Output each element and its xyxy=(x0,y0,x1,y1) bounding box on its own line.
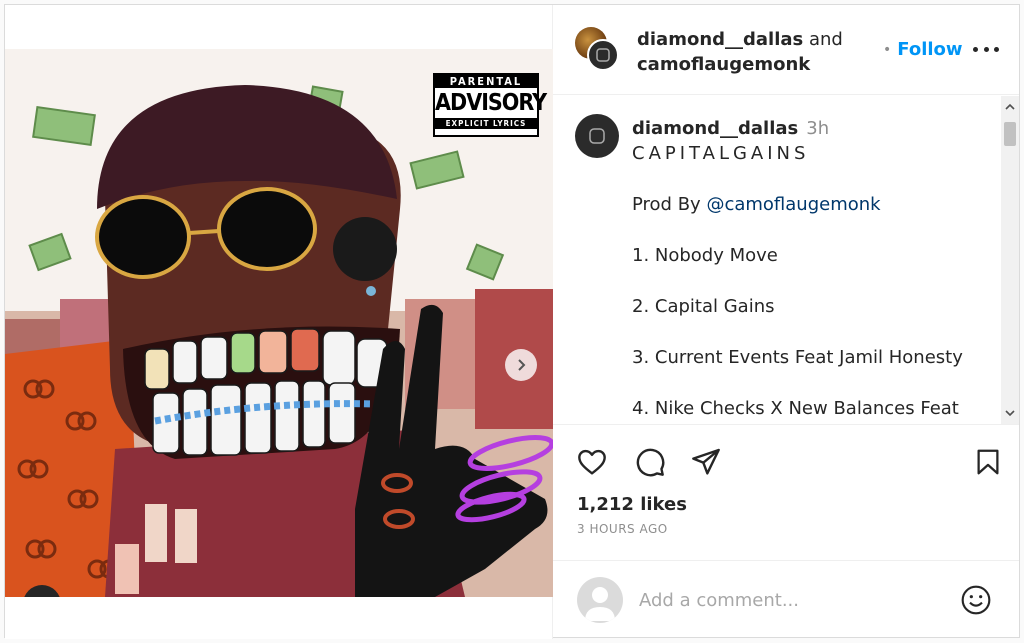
caption-scrollbar[interactable] xyxy=(1001,96,1019,424)
advisory-top-text: PARENTAL xyxy=(435,75,537,88)
post-header: diamond__dallas and camoflaugemonk • Fol… xyxy=(553,5,1019,95)
default-avatar-icon xyxy=(585,587,615,621)
follow-button[interactable]: • Follow xyxy=(883,39,963,60)
follow-label: Follow xyxy=(897,39,963,60)
advisory-bottom-text: EXPLICIT LYRICS xyxy=(435,118,537,129)
comment-icon xyxy=(636,448,665,477)
emoji-button[interactable] xyxy=(959,583,993,617)
current-user-avatar xyxy=(577,577,623,623)
caption-credit: Prod By @camoflaugemonk xyxy=(632,192,992,217)
username-link-1[interactable]: diamond__dallas xyxy=(637,29,803,50)
comment-input[interactable] xyxy=(639,585,939,615)
avatar-glyph-icon xyxy=(596,48,610,62)
collab-avatars[interactable] xyxy=(575,27,619,71)
post-media: PARENTAL ADVISORY EXPLICIT LYRICS xyxy=(5,5,553,639)
user-icon xyxy=(34,596,50,597)
post-side-panel: diamond__dallas and camoflaugemonk • Fol… xyxy=(553,5,1019,637)
scroll-down-button[interactable] xyxy=(1001,404,1019,422)
parental-advisory-label: PARENTAL ADVISORY EXPLICIT LYRICS xyxy=(433,73,547,137)
caption-area: diamond__dallas 3h CAPITALGAINS Prod By @… xyxy=(553,96,1019,424)
username-link-2[interactable]: camoflaugemonk xyxy=(637,54,810,75)
avatar-glyph-icon xyxy=(589,128,605,144)
bookmark-icon xyxy=(977,449,999,475)
share-icon xyxy=(692,448,720,475)
heart-icon xyxy=(578,449,606,475)
caption-avatar[interactable] xyxy=(575,114,619,158)
chevron-down-icon xyxy=(1005,410,1015,417)
collab-usernames: diamond__dallas and camoflaugemonk xyxy=(637,27,843,77)
caption-text: diamond__dallas 3h CAPITALGAINS Prod By @… xyxy=(632,116,992,421)
track-item: 1. Nobody Move xyxy=(632,245,778,266)
mention-link[interactable]: @camoflaugemonk xyxy=(706,194,880,215)
credit-prefix: Prod By xyxy=(632,194,707,215)
more-options-button[interactable] xyxy=(973,39,999,59)
comment-composer xyxy=(553,560,1019,637)
like-button[interactable] xyxy=(575,445,609,479)
track-item: 3. Current Events Feat Jamil Honesty xyxy=(632,347,963,368)
track-item: 2. Capital Gains xyxy=(632,296,775,317)
caption-username[interactable]: diamond__dallas xyxy=(632,118,798,139)
save-button[interactable] xyxy=(971,445,1005,479)
advisory-main-text: ADVISORY xyxy=(435,90,547,116)
more-dot xyxy=(983,46,989,52)
carousel-next-button[interactable] xyxy=(505,349,537,381)
scroll-up-button[interactable] xyxy=(1001,98,1019,116)
caption-title: CAPITALGAINS xyxy=(632,143,810,164)
post-actions: 1,212 likes 3 HOURS AGO xyxy=(553,424,1019,559)
more-dot xyxy=(994,46,999,52)
post-timestamp: 3 HOURS AGO xyxy=(577,522,668,536)
chevron-right-icon xyxy=(518,359,526,371)
share-button[interactable] xyxy=(689,445,723,479)
caption-time: 3h xyxy=(806,118,830,139)
and-text: and xyxy=(803,29,843,50)
post-container: PARENTAL ADVISORY EXPLICIT LYRICS diamon… xyxy=(4,4,1020,639)
separator-dot: • xyxy=(883,41,892,58)
album-artwork[interactable]: PARENTAL ADVISORY EXPLICIT LYRICS xyxy=(5,49,553,597)
scroll-thumb[interactable] xyxy=(1004,122,1016,146)
like-count[interactable]: 1,212 likes xyxy=(577,494,687,515)
emoji-icon xyxy=(961,585,991,615)
track-item: 4. Nike Checks X New Balances Feat xyxy=(632,398,959,419)
avatar-diamond-dallas[interactable] xyxy=(587,39,619,71)
more-dot xyxy=(973,46,978,52)
comment-button[interactable] xyxy=(633,445,667,479)
chevron-up-icon xyxy=(1005,103,1015,110)
